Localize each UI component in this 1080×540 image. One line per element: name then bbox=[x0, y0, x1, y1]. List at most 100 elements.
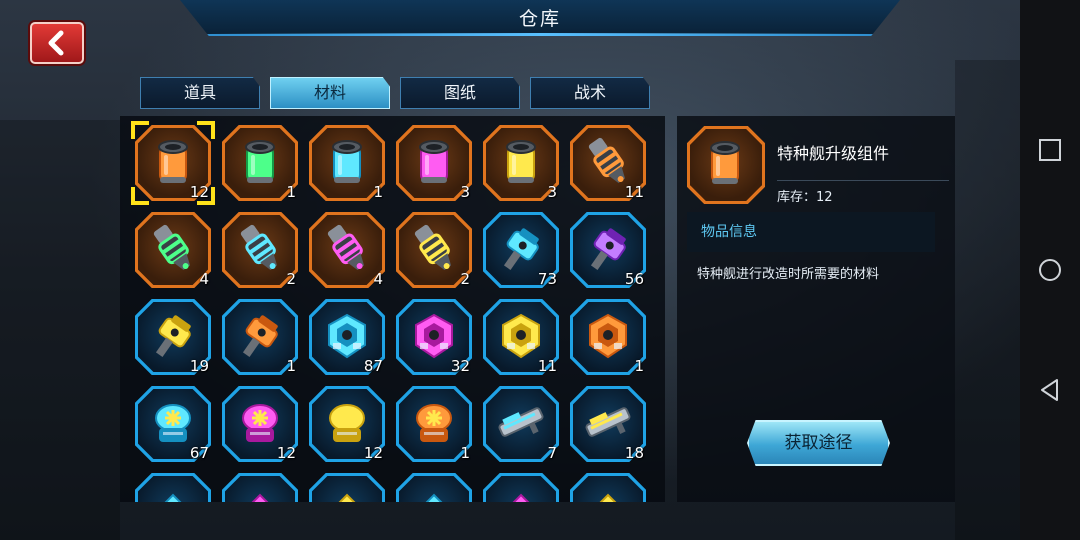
inventory-slot[interactable]: 18 bbox=[570, 386, 646, 462]
detail-item-icon bbox=[687, 126, 765, 204]
item-count: 11 bbox=[537, 357, 557, 375]
inventory-slot[interactable]: 4 bbox=[135, 212, 211, 288]
item-count: 12 bbox=[363, 444, 383, 462]
inventory-slot[interactable]: 1 bbox=[222, 299, 298, 375]
inventory-slot[interactable] bbox=[309, 473, 385, 502]
back-triangle-icon[interactable] bbox=[1038, 378, 1062, 402]
inventory-slot[interactable]: 3 bbox=[483, 125, 559, 201]
core-yellow-icon bbox=[329, 404, 365, 442]
inventory-slot[interactable]: 2 bbox=[222, 212, 298, 288]
module-cyan-icon bbox=[425, 493, 443, 502]
title-glow bbox=[210, 33, 870, 36]
module-yellow-icon bbox=[338, 493, 356, 502]
home-icon[interactable] bbox=[1038, 258, 1062, 282]
item-count: 4 bbox=[199, 270, 209, 288]
item-count: 12 bbox=[189, 183, 209, 201]
inventory-slot[interactable]: 56 bbox=[570, 212, 646, 288]
core-cyan-icon bbox=[155, 404, 191, 442]
canister-icon bbox=[710, 141, 740, 184]
canister-green-icon bbox=[245, 140, 275, 183]
inventory-slot[interactable] bbox=[570, 473, 646, 502]
item-name: 特种舰升级组件 bbox=[777, 144, 890, 163]
tab-tactics[interactable]: 战术 bbox=[530, 77, 650, 109]
item-detail-panel: 特种舰升级组件 库存：12 物品信息 特种舰进行改造时所需要的材料 获取途径 bbox=[677, 116, 955, 502]
back-button[interactable] bbox=[30, 22, 84, 64]
item-count: 11 bbox=[624, 183, 644, 201]
inventory-slot[interactable]: 1 bbox=[309, 125, 385, 201]
item-count: 19 bbox=[189, 357, 209, 375]
item-count: 7 bbox=[547, 444, 557, 462]
item-count: 1 bbox=[286, 357, 296, 375]
item-count: 4 bbox=[373, 270, 383, 288]
inventory-slot[interactable] bbox=[396, 473, 472, 502]
armor-orange-icon bbox=[589, 313, 627, 359]
module-cyan-icon bbox=[164, 493, 182, 502]
core-orange-icon bbox=[416, 404, 452, 442]
item-stock: 库存：12 bbox=[777, 190, 833, 205]
thruster-yellow-icon bbox=[414, 224, 452, 270]
inventory-slot[interactable] bbox=[483, 473, 559, 502]
item-count: 1 bbox=[286, 183, 296, 201]
inventory-slot[interactable] bbox=[135, 473, 211, 502]
inventory-slot[interactable]: 11 bbox=[570, 125, 646, 201]
inventory-slot[interactable]: 1 bbox=[396, 386, 472, 462]
inventory-slot[interactable]: 7 bbox=[483, 386, 559, 462]
item-count: 1 bbox=[634, 357, 644, 375]
module-magenta-icon bbox=[251, 493, 269, 502]
inventory-slot[interactable]: 73 bbox=[483, 212, 559, 288]
inventory-slot[interactable]: 12 bbox=[309, 386, 385, 462]
recent-apps-icon[interactable] bbox=[1038, 138, 1062, 162]
inventory-slot[interactable]: 1 bbox=[222, 125, 298, 201]
inventory-slot[interactable]: 19 bbox=[135, 299, 211, 375]
item-description: 特种舰进行改造时所需要的材料 bbox=[697, 267, 880, 282]
item-count: 32 bbox=[450, 357, 470, 375]
canister-cyan-icon bbox=[332, 140, 362, 183]
thruster-magenta-icon bbox=[327, 224, 365, 270]
item-count: 73 bbox=[537, 270, 557, 288]
item-count: 56 bbox=[624, 270, 644, 288]
inventory-slot[interactable]: 4 bbox=[309, 212, 385, 288]
system-nav-bar bbox=[1020, 0, 1080, 540]
cannon-yellow-icon bbox=[155, 315, 191, 357]
background-structure bbox=[955, 60, 1020, 540]
inventory-slot[interactable]: 3 bbox=[396, 125, 472, 201]
item-count: 3 bbox=[547, 183, 557, 201]
inventory-slot[interactable]: 11 bbox=[483, 299, 559, 375]
tab-items[interactable]: 道具 bbox=[140, 77, 260, 109]
core-magenta-icon bbox=[242, 404, 278, 442]
inventory-slot[interactable] bbox=[222, 473, 298, 502]
tab-materials[interactable]: 材料 bbox=[270, 77, 390, 109]
inventory-slot[interactable]: 12 bbox=[222, 386, 298, 462]
inventory-slot[interactable]: 67 bbox=[135, 386, 211, 462]
item-count: 2 bbox=[460, 270, 470, 288]
divider bbox=[777, 180, 949, 181]
module-magenta-icon bbox=[512, 493, 530, 502]
item-count: 1 bbox=[373, 183, 383, 201]
item-count: 18 bbox=[624, 444, 644, 462]
canister-orange-icon bbox=[158, 140, 188, 183]
railgun-cyan-icon bbox=[498, 407, 544, 437]
thruster-orange-icon bbox=[588, 137, 626, 183]
inventory-slot[interactable]: 12 bbox=[131, 121, 215, 205]
canister-yellow-icon bbox=[506, 140, 536, 183]
item-count: 12 bbox=[276, 444, 296, 462]
thruster-cyan-icon bbox=[240, 224, 278, 270]
item-count: 67 bbox=[189, 444, 209, 462]
inventory-grid[interactable]: 12 1 1 3 3 11 4 2 4 2 73 56 19 1 87 32 1… bbox=[120, 116, 665, 502]
armor-cyan-icon bbox=[328, 313, 366, 359]
item-count: 3 bbox=[460, 183, 470, 201]
inventory-slot[interactable]: 87 bbox=[309, 299, 385, 375]
tab-blueprints[interactable]: 图纸 bbox=[400, 77, 520, 109]
chevron-left-icon bbox=[48, 30, 64, 56]
acquire-source-button[interactable]: 获取途径 bbox=[747, 420, 890, 466]
inventory-slot[interactable]: 2 bbox=[396, 212, 472, 288]
item-count: 1 bbox=[460, 444, 470, 462]
inventory-slot[interactable]: 1 bbox=[570, 299, 646, 375]
cannon-purple-icon bbox=[590, 228, 626, 270]
item-count: 87 bbox=[363, 357, 383, 375]
page-title: 仓库 bbox=[518, 8, 561, 30]
inventory-slot[interactable]: 32 bbox=[396, 299, 472, 375]
cannon-cyan-icon bbox=[503, 228, 539, 270]
background-structure bbox=[0, 120, 120, 540]
item-info-header: 物品信息 bbox=[687, 212, 935, 252]
